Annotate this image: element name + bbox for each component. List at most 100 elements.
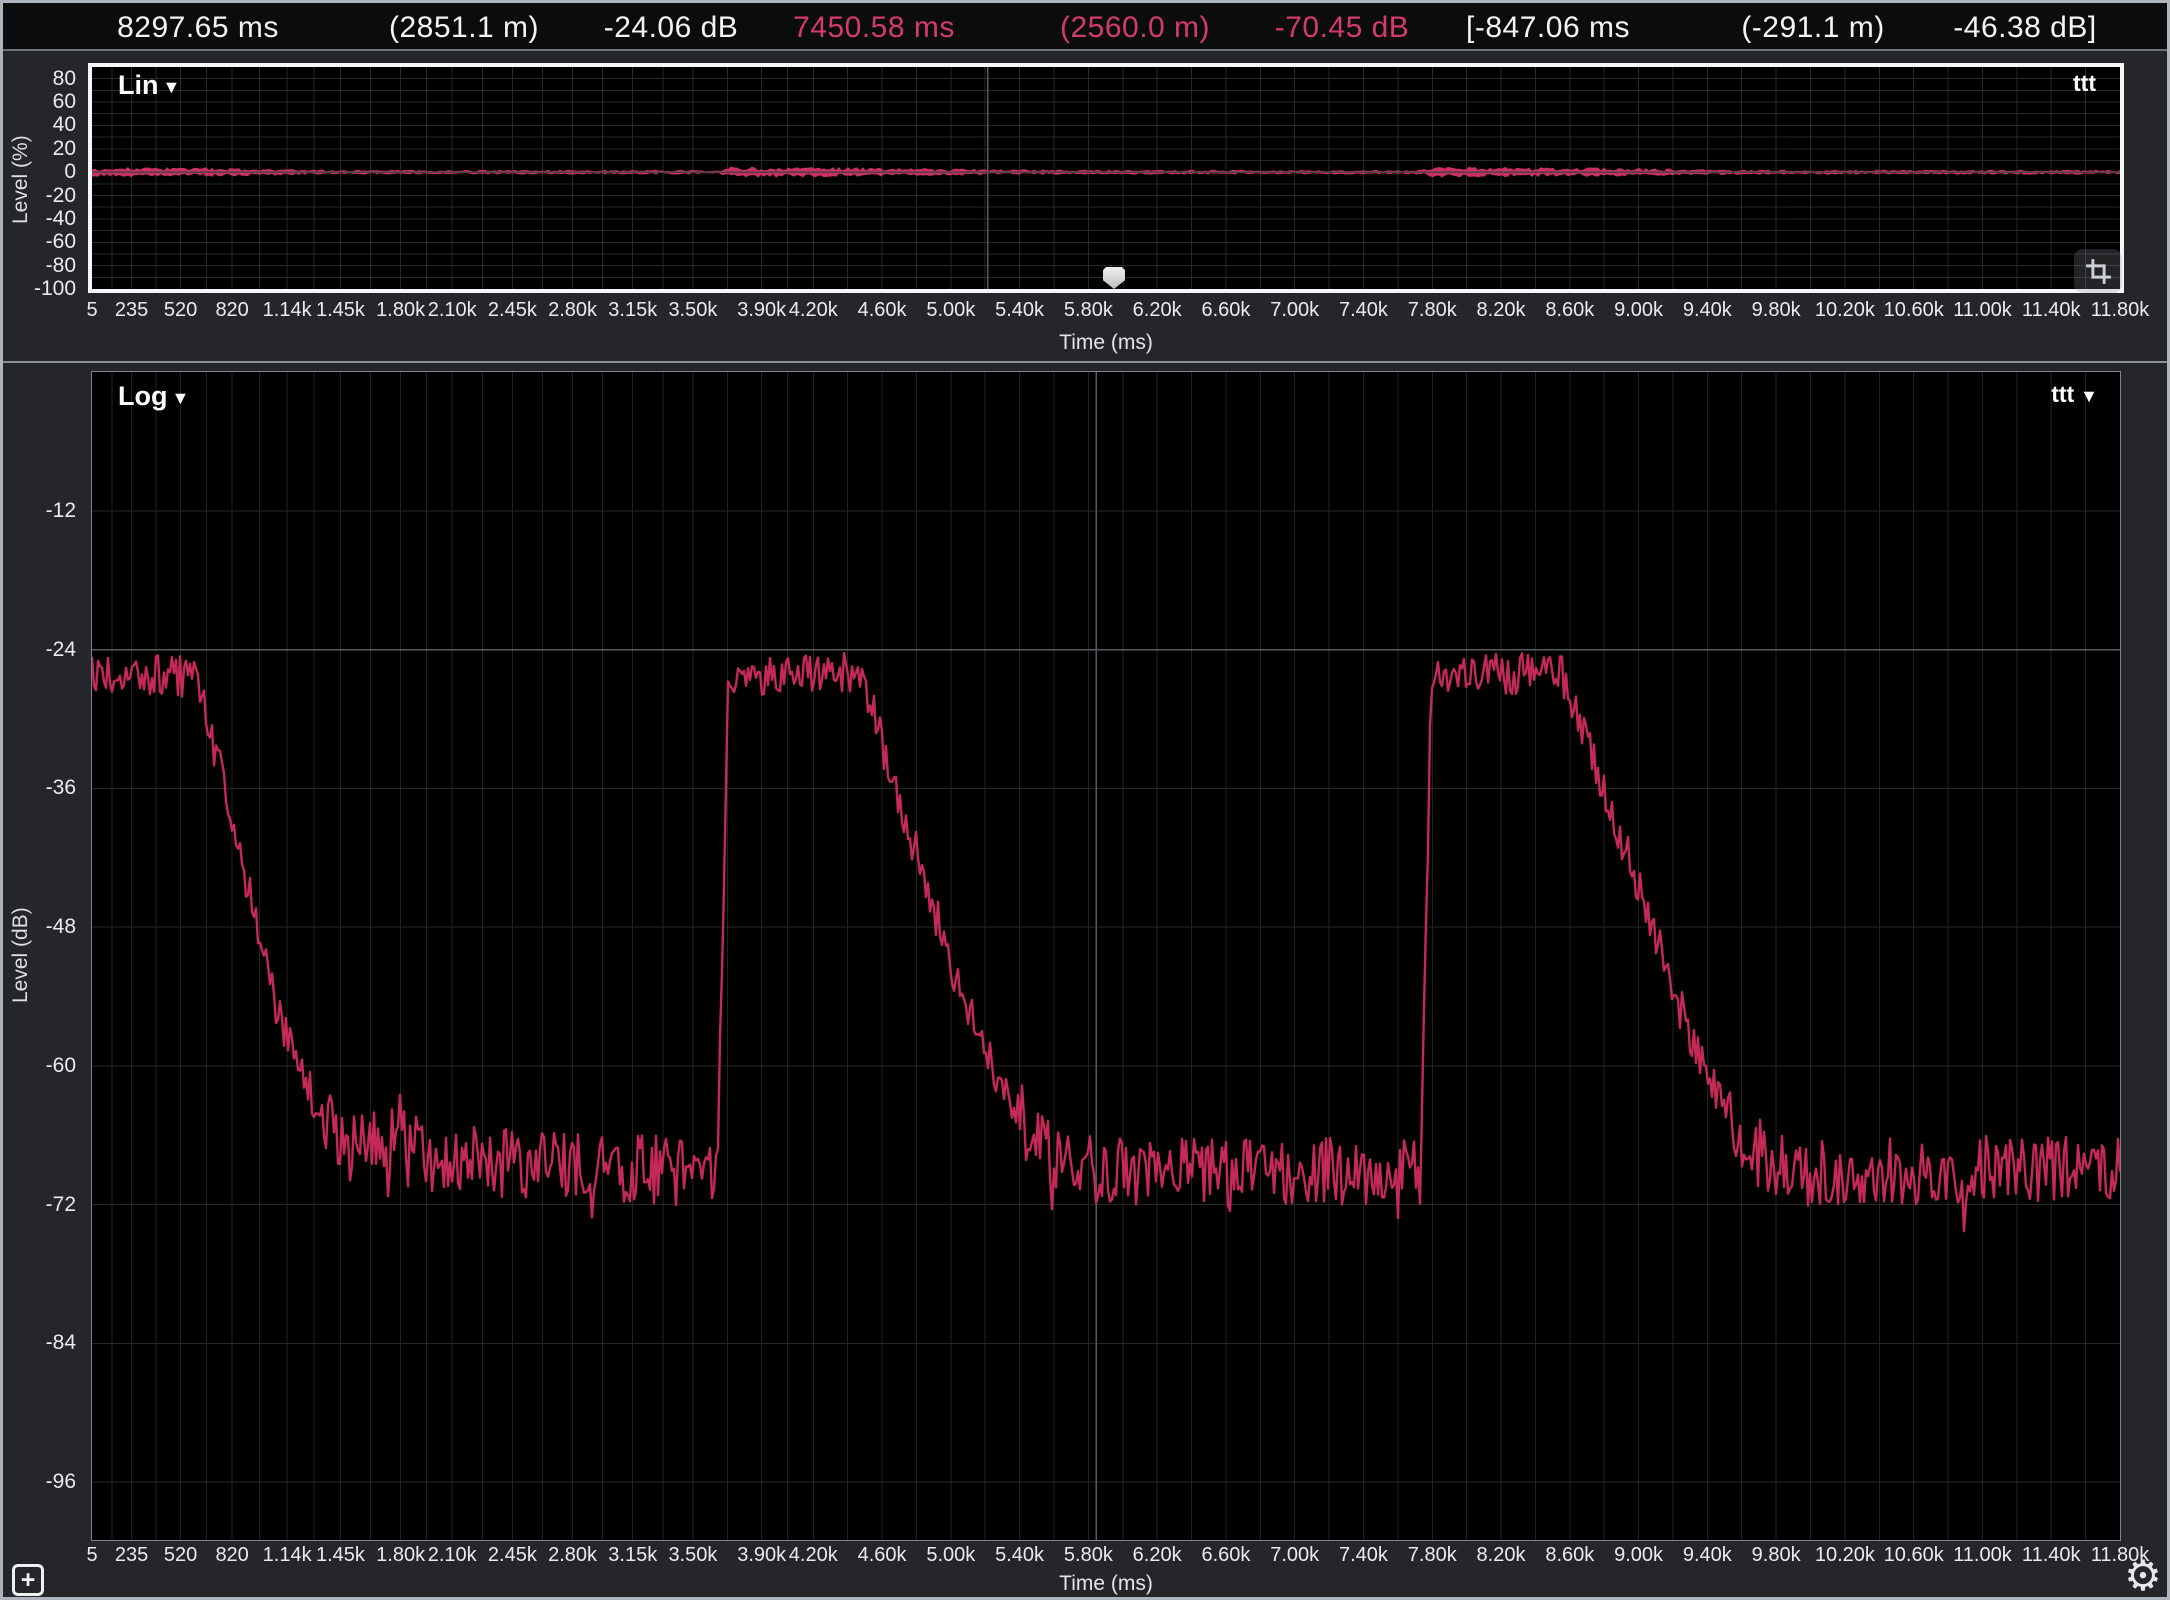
overview-x-tick-label: 7.00k — [1270, 299, 1319, 322]
main-x-tick-label: 820 — [215, 1544, 248, 1567]
main-waveform-chart — [92, 372, 2120, 1540]
overview-scale-dropdown[interactable]: Lin ▼ — [118, 70, 180, 101]
overview-x-tick-label: 11.00k — [1953, 299, 2012, 322]
overview-x-tick-label: 5.00k — [926, 299, 975, 322]
overview-plot[interactable] — [88, 63, 2124, 293]
overview-x-tick-label: 4.20k — [789, 299, 838, 322]
main-x-tick-label: 1.45k — [316, 1544, 365, 1567]
overview-x-tick-label: 2.80k — [548, 299, 597, 322]
overview-x-tick-label: 4.60k — [858, 299, 907, 322]
main-x-tick-label: 3.50k — [668, 1544, 717, 1567]
main-y-axis: -12 -24 -36 -48 -60 -72 -84 -96 — [0, 372, 80, 1540]
main-x-tick-label: 9.00k — [1614, 1544, 1663, 1567]
main-x-tick-label: 3.15k — [608, 1544, 657, 1567]
overview-x-tick-label: 5 — [86, 299, 97, 322]
overview-scale-label: Lin — [118, 70, 159, 101]
main-x-tick-label: 1.14k — [263, 1544, 312, 1567]
cursor-time-readout: 8297.65 ms — [117, 11, 279, 45]
overview-x-tick-label: 3.90k — [737, 299, 786, 322]
main-scale-label: Log — [118, 381, 167, 412]
overview-x-tick-label: 3.15k — [608, 299, 657, 322]
main-x-tick-label: 2.80k — [548, 1544, 597, 1567]
overview-x-tick-label: 1.80k — [376, 299, 425, 322]
main-y-tick-label: -48 — [0, 915, 76, 939]
crop-zoom-button[interactable] — [2074, 249, 2122, 293]
main-x-tick-label: 10.20k — [1815, 1544, 1875, 1567]
main-y-tick-label: -60 — [0, 1054, 76, 1078]
main-scale-dropdown[interactable]: Log ▼ — [118, 381, 189, 412]
delta-time-readout: [-847.06 ms — [1466, 11, 1630, 45]
overview-x-tick-label: 2.45k — [488, 299, 537, 322]
overview-y-tick-label: -20 — [0, 184, 76, 208]
overview-x-tick-label: 2.10k — [428, 299, 477, 322]
settings-button[interactable]: ⚙ — [2120, 1552, 2166, 1598]
main-x-tick-label: 9.40k — [1683, 1544, 1732, 1567]
overview-x-tick-label: 7.80k — [1408, 299, 1457, 322]
add-view-button[interactable]: + — [12, 1564, 44, 1596]
main-y-tick-label: -36 — [0, 776, 76, 800]
main-x-tick-label: 8.60k — [1545, 1544, 1594, 1567]
overview-x-tick-label: 10.60k — [1884, 299, 1944, 322]
main-x-tick-label: 3.90k — [737, 1544, 786, 1567]
main-x-tick-label: 4.20k — [789, 1544, 838, 1567]
overview-trace-legend[interactable]: ttt — [2073, 70, 2096, 97]
main-y-tick-label: -12 — [0, 499, 76, 523]
main-x-tick-label: 235 — [115, 1544, 148, 1567]
main-y-tick-label: -84 — [0, 1331, 76, 1355]
analyzer-window: 8297.65 ms (2851.1 m) -24.06 dB 7450.58 … — [0, 0, 2170, 1600]
main-x-tick-label: 5.40k — [995, 1544, 1044, 1567]
main-x-tick-label: 11.40k — [2022, 1544, 2081, 1567]
overview-x-tick-label: 9.80k — [1752, 299, 1801, 322]
overview-y-tick-label: 0 — [0, 160, 76, 184]
gear-icon: ⚙ — [2124, 1551, 2162, 1600]
overview-waveform-chart — [92, 67, 2120, 289]
overview-x-tick-label: 11.80k — [2091, 299, 2150, 322]
overview-x-tick-label: 5.80k — [1064, 299, 1113, 322]
overview-y-tick-label: -40 — [0, 207, 76, 231]
main-x-tick-label: 5.00k — [926, 1544, 975, 1567]
main-x-tick-label: 5 — [86, 1544, 97, 1567]
header-divider — [3, 49, 2167, 51]
overview-x-tick-label: 520 — [164, 299, 197, 322]
chevron-down-icon: ▼ — [163, 74, 181, 98]
overview-time-axis-title: Time (ms) — [92, 331, 2120, 355]
overview-x-tick-label: 1.14k — [263, 299, 312, 322]
marker-time-readout: 7450.58 ms — [793, 11, 955, 45]
main-y-tick-label: -24 — [0, 638, 76, 662]
chevron-down-icon: ▼ — [171, 385, 189, 409]
main-x-tick-label: 10.60k — [1884, 1544, 1944, 1567]
crop-icon — [2085, 258, 2112, 285]
overview-y-tick-label: 40 — [0, 113, 76, 137]
overview-y-tick-label: 60 — [0, 90, 76, 114]
main-trace-name: ttt — [2051, 381, 2074, 408]
overview-y-tick-label: 80 — [0, 67, 76, 91]
marker-distance-readout: (2560.0 m) — [1060, 11, 1210, 45]
main-x-tick-label: 11.00k — [1953, 1544, 2012, 1567]
overview-x-tick-label: 235 — [115, 299, 148, 322]
main-x-tick-label: 2.45k — [488, 1544, 537, 1567]
overview-x-tick-label: 7.40k — [1339, 299, 1388, 322]
overview-x-tick-label: 10.20k — [1815, 299, 1875, 322]
main-x-tick-label: 1.80k — [376, 1544, 425, 1567]
main-x-tick-label: 9.80k — [1752, 1544, 1801, 1567]
overview-y-tick-label: -60 — [0, 230, 76, 254]
overview-x-tick-label: 9.40k — [1683, 299, 1732, 322]
main-x-tick-label: 6.20k — [1133, 1544, 1182, 1567]
main-x-tick-label: 4.60k — [858, 1544, 907, 1567]
main-plot[interactable] — [91, 371, 2121, 1541]
main-x-tick-label: 7.40k — [1339, 1544, 1388, 1567]
overview-x-tick-label: 6.20k — [1133, 299, 1182, 322]
plus-icon: + — [21, 1568, 36, 1592]
main-y-tick-label: -96 — [0, 1470, 76, 1494]
overview-x-tick-label: 6.60k — [1201, 299, 1250, 322]
overview-x-tick-label: 1.45k — [316, 299, 365, 322]
overview-trace-name: ttt — [2073, 70, 2096, 97]
overview-x-tick-label: 3.50k — [668, 299, 717, 322]
overview-y-tick-label: 20 — [0, 137, 76, 161]
readout-bar: 8297.65 ms (2851.1 m) -24.06 dB 7450.58 … — [3, 3, 2167, 49]
main-trace-dropdown[interactable]: ttt ▼ — [2051, 381, 2098, 408]
overview-x-tick-label: 820 — [215, 299, 248, 322]
main-y-tick-label: -72 — [0, 1193, 76, 1217]
pane-divider[interactable] — [3, 361, 2167, 363]
overview-x-tick-label: 9.00k — [1614, 299, 1663, 322]
